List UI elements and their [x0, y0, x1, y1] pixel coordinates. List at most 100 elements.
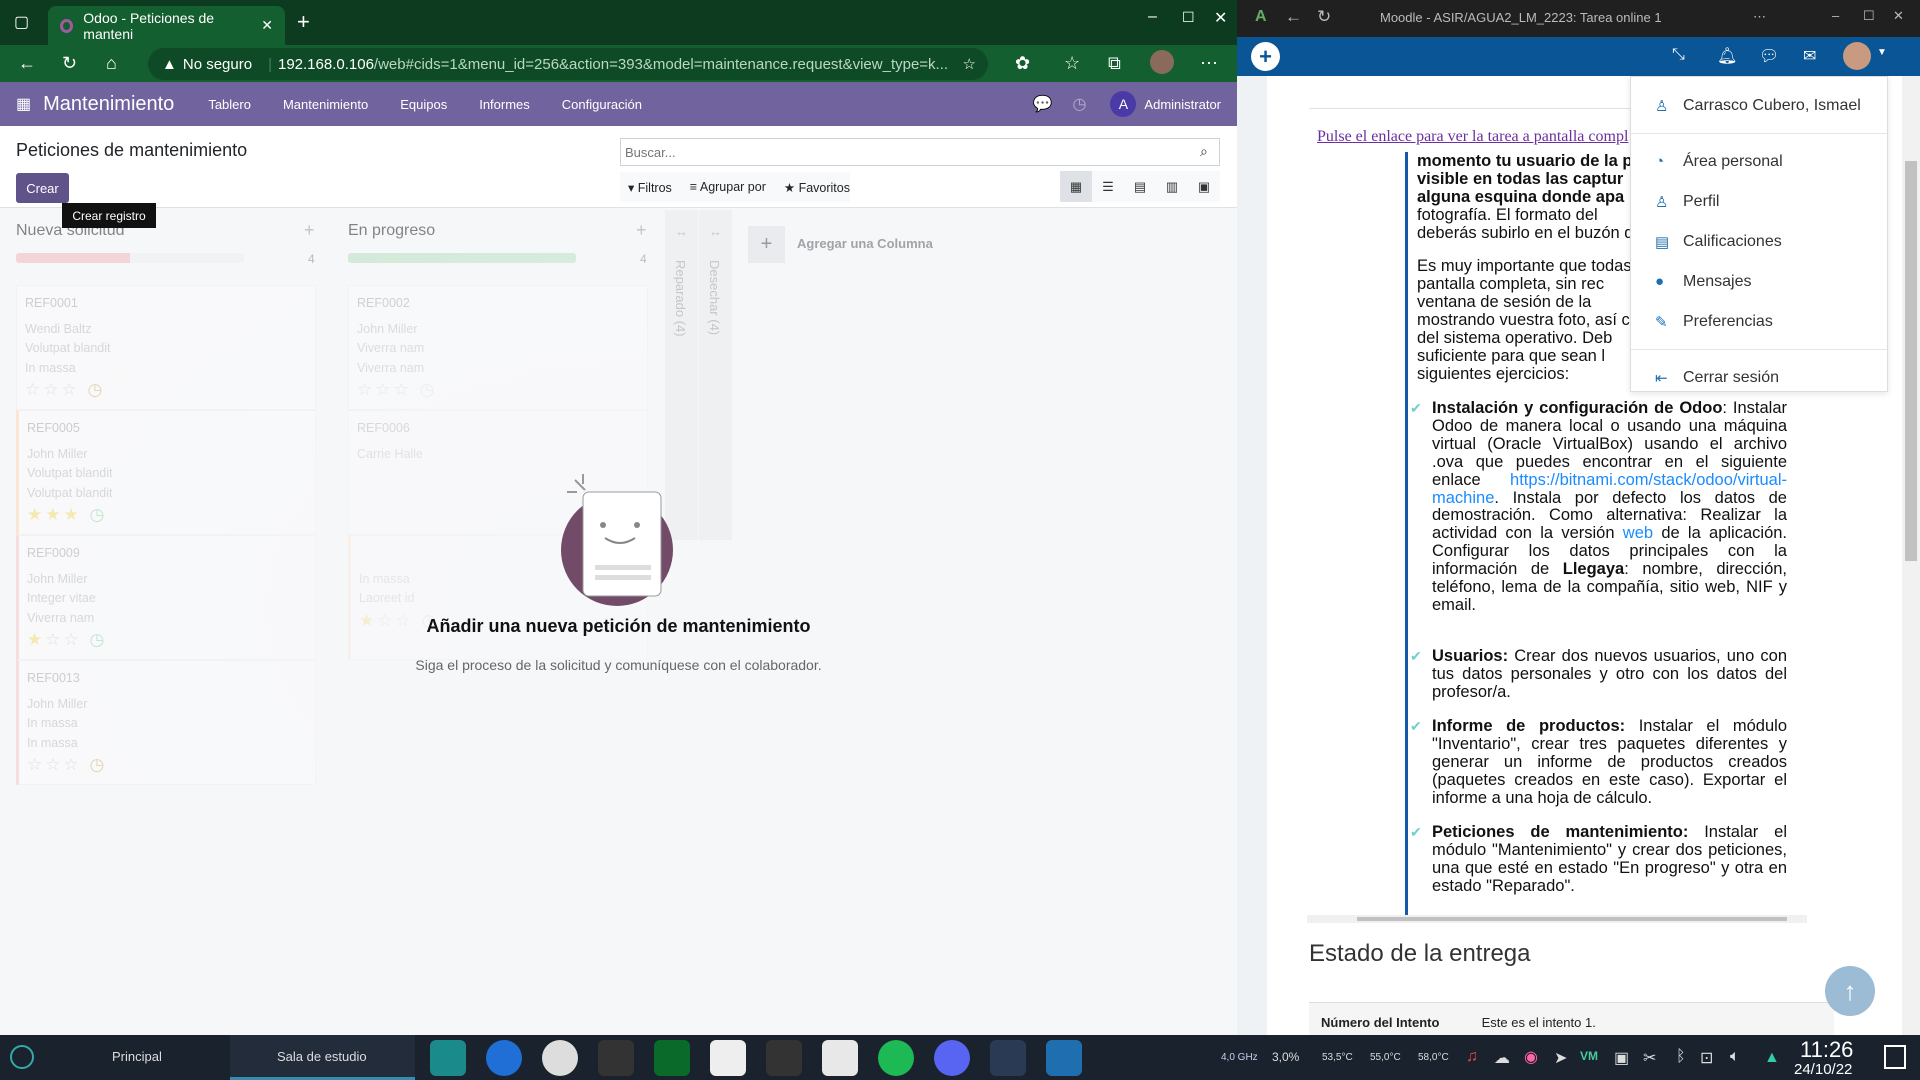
fullscreen-task-link[interactable]: Pulse el enlace para ver la tarea a pant… — [1317, 128, 1628, 146]
star-icon[interactable]: ★ — [45, 505, 63, 524]
kanban-card[interactable]: REF0001 Wendi Baltz Volutpat blandit In mas… — [16, 285, 316, 410]
graph-view-icon[interactable]: ▥ — [1156, 171, 1188, 202]
more-icon[interactable]: ⋯ — [1200, 53, 1218, 74]
star-icon[interactable]: ☆ — [25, 380, 43, 399]
add-block-icon[interactable]: + — [1251, 42, 1280, 71]
cloud-icon[interactable]: ☁ — [1494, 1048, 1510, 1068]
search-input[interactable] — [620, 138, 1220, 166]
filters-button[interactable]: ▾ Filtros — [628, 180, 672, 195]
apps-grid-icon[interactable]: ▦ — [16, 94, 31, 114]
maximize-icon[interactable]: ☐ — [1863, 8, 1875, 24]
archive-app-icon[interactable] — [822, 1040, 858, 1076]
maximize-icon[interactable]: ☐ — [1182, 9, 1195, 26]
add-column-label[interactable]: Agregar una Columna — [797, 236, 933, 251]
calendar-view-icon[interactable]: ▣ — [1188, 171, 1220, 202]
kanban-card[interactable]: REF0009 John Miller Integer vitae Viverra n… — [16, 535, 316, 660]
priority-stars[interactable]: ☆☆☆ ◷ — [27, 755, 307, 775]
activity-clock-icon[interactable]: ◷ — [1072, 94, 1086, 114]
andalucia-app-icon[interactable] — [654, 1040, 690, 1076]
scroll-to-top-button[interactable]: ↑ — [1825, 966, 1875, 1016]
priority-stars[interactable]: ★★★ ◷ — [27, 505, 307, 525]
discord-app-icon[interactable] — [934, 1040, 970, 1076]
priority-stars[interactable]: ☆☆☆ ◷ — [25, 380, 307, 400]
profile-avatar[interactable] — [1150, 50, 1174, 74]
kanban-card[interactable]: REF0005 John Miller Volutpat blandit Volutp… — [16, 410, 316, 535]
star-icon[interactable]: ☆ — [45, 755, 63, 774]
star-icon[interactable]: ☆ — [64, 755, 82, 774]
search-icon[interactable]: ⌕ — [1200, 143, 1208, 160]
quick-create-icon[interactable]: + — [304, 220, 315, 241]
minimize-icon[interactable]: – — [1148, 8, 1157, 26]
activity-clock-icon[interactable]: ◷ — [82, 505, 108, 524]
group-by-button[interactable]: ≡ Agrupar por — [690, 180, 766, 194]
folded-column-desechar[interactable]: ↔ Desechar (4) — [699, 210, 732, 540]
notifications-icon[interactable]: 🔔︎ — [1717, 46, 1737, 66]
menu-configuracion[interactable]: Configuración — [562, 97, 642, 112]
menu-informes[interactable]: Informes — [479, 97, 530, 112]
create-button[interactable]: Crear — [16, 173, 69, 203]
star-icon[interactable]: ☆ — [394, 380, 412, 399]
pivot-view-icon[interactable]: ▤ — [1124, 171, 1156, 202]
add-column-button[interactable]: + — [748, 226, 785, 263]
menu-equipos[interactable]: Equipos — [400, 97, 447, 112]
tab-actions-icon[interactable]: ▢ — [14, 12, 29, 32]
collapse-icon[interactable]: ⤡ — [1672, 46, 1685, 64]
user-name[interactable]: Administrator — [1144, 97, 1221, 112]
close-window-icon[interactable]: ✕ — [1214, 8, 1227, 28]
volume-icon[interactable]: 🔈︎ — [1730, 1048, 1740, 1066]
workspace-principal[interactable]: Principal — [112, 1049, 162, 1064]
kanban-card[interactable]: REF0013 John Miller In massa In massa ☆☆☆ ◷ — [16, 660, 316, 785]
more-icon[interactable]: ⋯ — [1753, 9, 1766, 25]
bell-icon[interactable]: ♫ — [1466, 1048, 1478, 1066]
bluetooth-icon[interactable]: ᛒ — [1676, 1048, 1686, 1066]
activity-clock-icon[interactable]: ◷ — [82, 755, 108, 774]
quick-create-icon[interactable]: + — [636, 220, 647, 241]
star-icon[interactable]: ★ — [64, 505, 82, 524]
vscode-app-icon[interactable] — [990, 1040, 1026, 1076]
minimize-icon[interactable]: – — [1832, 8, 1839, 23]
favorites-button[interactable]: ★ Favoritos — [784, 180, 850, 195]
star-icon[interactable]: ☆ — [27, 755, 45, 774]
font-app-icon[interactable] — [766, 1040, 802, 1076]
menu-user-name[interactable]: Carrasco Cubero, Ismael — [1683, 97, 1861, 115]
close-window-icon[interactable]: ✕ — [1893, 8, 1904, 24]
user-avatar[interactable] — [1843, 42, 1871, 70]
send-icon[interactable]: ➤ — [1554, 1048, 1567, 1068]
network-icon[interactable]: ⊡ — [1700, 1048, 1713, 1068]
messages-icon[interactable]: 💬︎ — [1759, 46, 1779, 66]
edge-app-icon[interactable] — [486, 1040, 522, 1076]
chat-icon[interactable]: 💬 — [1033, 94, 1053, 114]
launcher-icon[interactable] — [10, 1045, 34, 1069]
back-icon[interactable]: ← — [18, 53, 36, 74]
tray-expand-icon[interactable]: ▲ — [1764, 1049, 1780, 1067]
app-name[interactable]: Mantenimiento — [43, 93, 174, 116]
priority-stars[interactable]: ☆☆☆ ◷ — [357, 380, 639, 400]
page-scrollbar[interactable] — [1902, 76, 1920, 1035]
favorite-star-icon[interactable]: ☆ — [963, 55, 976, 73]
star-icon[interactable]: ☆ — [357, 380, 375, 399]
clock-time[interactable]: 11:26 — [1800, 1037, 1853, 1063]
star-icon[interactable]: ☆ — [375, 380, 393, 399]
list-view-icon[interactable]: ☰ — [1092, 171, 1124, 202]
kanban-view-icon[interactable]: ▦ — [1060, 171, 1092, 202]
files-app-icon[interactable] — [430, 1040, 466, 1076]
home-icon[interactable]: ⌂ — [106, 53, 117, 74]
address-bar[interactable]: ▲ No seguro | 192.168.0.106/web#cids=1&m… — [148, 48, 988, 80]
menu-mensajes[interactable]: Mensajes — [1683, 273, 1751, 291]
column-title[interactable]: En progreso — [348, 222, 435, 240]
menu-perfil[interactable]: Perfil — [1683, 193, 1719, 211]
column-progress-bar[interactable] — [16, 253, 244, 263]
chevron-down-icon[interactable]: ▼ — [1877, 47, 1887, 58]
clock-date[interactable]: 24/10/22 — [1794, 1061, 1852, 1078]
terminal-icon[interactable]: ▣ — [1614, 1048, 1629, 1068]
collections-icon[interactable]: ⧉ — [1108, 53, 1121, 74]
image-app-icon[interactable] — [710, 1040, 746, 1076]
workspace-sala[interactable]: Sala de estudio — [277, 1049, 367, 1064]
star-icon[interactable]: ☆ — [43, 380, 61, 399]
monitor-app-icon[interactable] — [1046, 1040, 1082, 1076]
back-icon[interactable]: ← — [1285, 7, 1302, 27]
reload-icon[interactable]: ↻ — [1317, 7, 1331, 27]
activity-clock-icon[interactable]: ◷ — [412, 380, 438, 399]
horizontal-scrollbar[interactable] — [1307, 915, 1807, 923]
tab-odoo[interactable]: Odoo - Peticiones de manteni ✕ — [48, 6, 285, 45]
